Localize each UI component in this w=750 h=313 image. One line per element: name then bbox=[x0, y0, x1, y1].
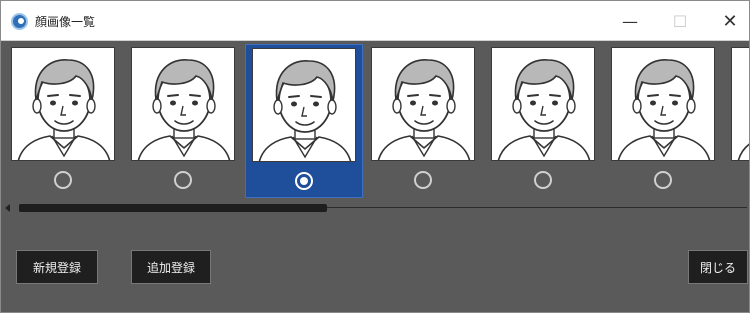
face-thumbnail-item[interactable] bbox=[725, 44, 749, 198]
face-portrait-icon[interactable] bbox=[11, 47, 115, 161]
face-thumbnail-item[interactable] bbox=[125, 44, 243, 198]
face-thumbnail-item[interactable] bbox=[365, 44, 483, 198]
face-portrait-icon[interactable] bbox=[252, 48, 356, 162]
face-thumbnail-item[interactable] bbox=[245, 44, 363, 198]
thumbnail-radio[interactable] bbox=[654, 171, 672, 189]
thumbnail-radio[interactable] bbox=[174, 171, 192, 189]
face-portrait-icon[interactable] bbox=[491, 47, 595, 161]
face-thumbnail-item[interactable] bbox=[5, 44, 123, 198]
app-globe-icon bbox=[11, 13, 28, 30]
close-window-button[interactable]: ✕ bbox=[707, 1, 750, 41]
add-register-button[interactable]: 追加登録 bbox=[131, 250, 211, 284]
scrollbar-thumb[interactable] bbox=[19, 204, 327, 212]
maximize-button[interactable]: ☐ bbox=[657, 1, 703, 41]
window-title: 顔画像一覧 bbox=[35, 15, 96, 29]
thumbnail-radio[interactable] bbox=[54, 171, 72, 189]
face-thumbnail-item[interactable] bbox=[605, 44, 723, 198]
face-thumbnail-item[interactable] bbox=[485, 44, 603, 198]
title-bar: 顔画像一覧 — ☐ ✕ bbox=[1, 1, 749, 41]
close-button[interactable]: 閉じる bbox=[688, 250, 748, 284]
new-register-button[interactable]: 新規登録 bbox=[16, 250, 98, 284]
thumbnail-radio[interactable] bbox=[295, 172, 313, 190]
thumbnail-radio[interactable] bbox=[534, 171, 552, 189]
face-image-list-window: 顔画像一覧 — ☐ ✕ 新規登録 追加登録 閉じる bbox=[0, 0, 750, 313]
face-portrait-icon[interactable] bbox=[131, 47, 235, 161]
face-portrait-icon[interactable] bbox=[371, 47, 475, 161]
thumbnail-radio[interactable] bbox=[414, 171, 432, 189]
face-portrait-icon[interactable] bbox=[611, 47, 715, 161]
minimize-button[interactable]: — bbox=[607, 1, 653, 41]
scroll-left-arrow-icon[interactable] bbox=[5, 204, 10, 212]
horizontal-scrollbar[interactable] bbox=[5, 203, 747, 213]
thumbnail-strip bbox=[1, 42, 749, 202]
face-portrait-icon[interactable] bbox=[731, 47, 749, 161]
